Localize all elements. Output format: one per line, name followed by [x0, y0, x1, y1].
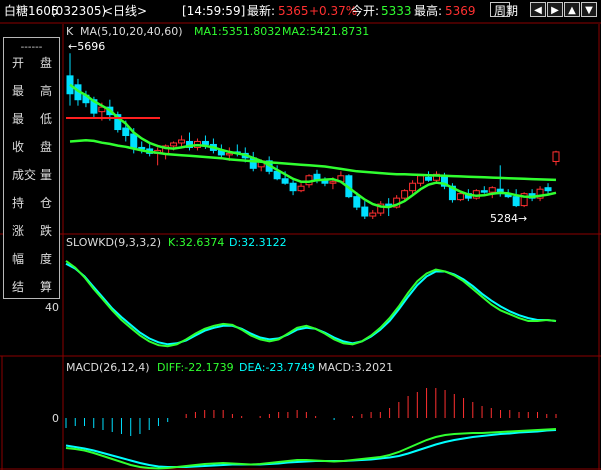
- candle-body: [369, 212, 377, 217]
- macd-params-label: MACD(26,12,4): [66, 361, 150, 374]
- candle-body: [417, 175, 425, 184]
- candle-body: [552, 151, 560, 162]
- ma-slow-line: [69, 139, 557, 182]
- candle-body: [289, 182, 297, 192]
- title-bar: 白糖1605 (032305) <日线> [14:59:59] 最新: 5365…: [0, 0, 601, 22]
- clock-time: [14:59:59]: [182, 4, 246, 18]
- candle-body: [361, 206, 369, 217]
- kd-params-label: SLOWKD(9,3,3,2): [66, 236, 161, 249]
- k-label: K: [66, 25, 74, 38]
- period-label: <日线>: [103, 4, 148, 18]
- candle-body: [225, 152, 233, 156]
- scroll-left-icon[interactable]: ◀: [530, 2, 546, 17]
- high-value: 5369: [445, 4, 476, 18]
- ma2-value: MA2:5421.8731: [282, 25, 369, 38]
- info-row-close: 收盘: [12, 140, 52, 154]
- macd-hist-value: MACD:3.2021: [318, 361, 393, 374]
- candle-body: [281, 178, 289, 184]
- high-label: 最高:: [414, 4, 443, 18]
- zoom-out-icon[interactable]: ▼: [581, 2, 597, 17]
- macd-axis-tick: 0: [52, 412, 59, 425]
- candle-body: [297, 185, 305, 192]
- candle-body: [178, 139, 186, 144]
- macd-diff-value: DIFF:-22.1739: [157, 361, 234, 374]
- info-row-open-interest: 持仓: [12, 196, 52, 210]
- candle-body: [409, 182, 417, 192]
- period-button-label[interactable]: 周期: [494, 4, 518, 18]
- high-annotation: ←5696: [68, 40, 105, 53]
- candle-body: [456, 193, 464, 201]
- change-percent: +0.37%: [309, 4, 358, 18]
- low-annotation: 5284→: [490, 212, 527, 225]
- kd-axis-tick: 40: [45, 301, 59, 314]
- ma1-value: MA1:5351.8032: [194, 25, 281, 38]
- macd-dea-value: DEA:-23.7749: [239, 361, 315, 374]
- scroll-right-icon[interactable]: ▶: [547, 2, 563, 17]
- candle-body: [170, 142, 178, 147]
- candle-body: [329, 181, 337, 184]
- candle-body: [130, 133, 138, 148]
- symbol-code: (032305): [51, 4, 107, 18]
- open-label: 今开:: [351, 4, 380, 18]
- candle-body: [512, 196, 520, 207]
- kd-k-value: K:32.6374: [168, 236, 224, 249]
- info-row-settle: 结算: [12, 280, 52, 294]
- candle-body: [401, 190, 409, 199]
- candle-body: [425, 176, 433, 181]
- latest-label: 最新:: [247, 4, 276, 18]
- candle-body: [353, 196, 361, 208]
- info-divider: ------: [20, 42, 43, 53]
- candle-body: [201, 140, 209, 145]
- info-row-volume: 成交量: [12, 168, 52, 182]
- candle-body: [122, 127, 130, 137]
- zoom-in-icon[interactable]: ▲: [564, 2, 580, 17]
- candle-body: [544, 187, 552, 192]
- info-row-open: 开盘: [12, 56, 52, 70]
- info-row-change-pct: 幅度: [12, 252, 52, 266]
- ma-fast-line: [69, 83, 557, 209]
- ma-params-label: MA(5,10,20,40,60): [80, 25, 183, 38]
- info-row-high: 最高: [12, 84, 52, 98]
- chart-canvas[interactable]: K MA(5,10,20,40,60) MA1:5351.8032 MA2:5421.…: [0, 0, 601, 470]
- info-row-low: 最低: [12, 112, 52, 126]
- latest-value: 5365: [278, 4, 309, 18]
- kd-d-value: D:32.3122: [229, 236, 287, 249]
- candle-body: [480, 190, 488, 193]
- open-value: 5333: [381, 4, 412, 18]
- macd-dea-line: [65, 429, 557, 468]
- info-panel: ------ 开盘 最高 最低 收盘 成交量 持仓 涨跌 幅度 结算: [3, 37, 60, 299]
- kd-d-line: [65, 262, 557, 346]
- info-row-change: 涨跌: [12, 224, 52, 238]
- candle-body: [488, 187, 496, 193]
